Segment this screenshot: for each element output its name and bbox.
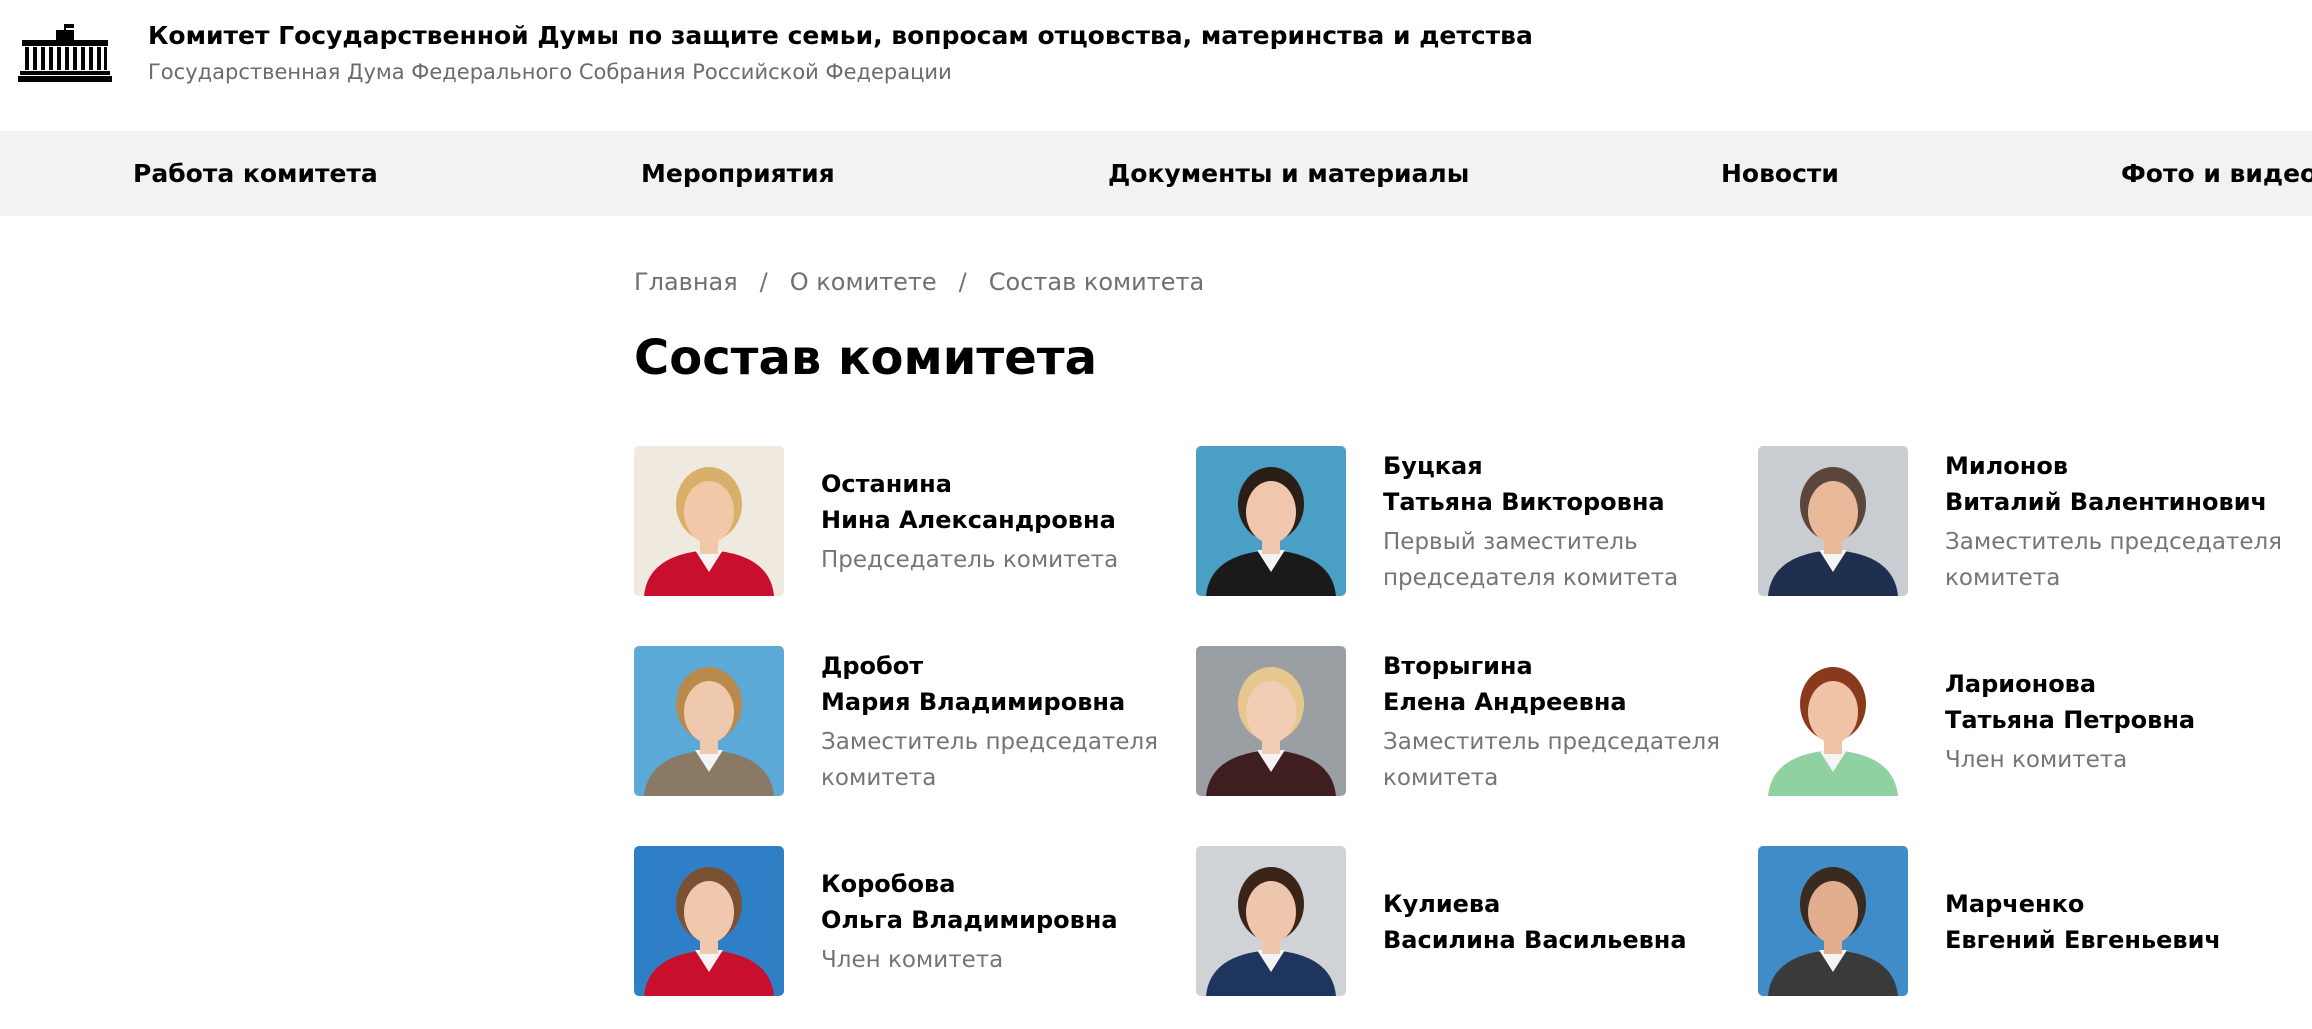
breadcrumb-about[interactable]: О комитете xyxy=(790,268,937,296)
member-surname[interactable]: Дробот xyxy=(821,648,1194,684)
member-role: Заместитель председателя комитета xyxy=(1383,729,1721,791)
breadcrumb-home[interactable]: Главная xyxy=(634,268,738,296)
portrait-image xyxy=(1758,446,1908,596)
member-info: Коробова Ольга Владимировна Член комитет… xyxy=(821,846,1194,998)
member-given-name[interactable]: Нина Александровна xyxy=(821,502,1194,538)
member-card[interactable]: Кулиева Василина Васильевна xyxy=(1196,846,1756,998)
member-role: Член комитета xyxy=(821,947,1004,973)
member-surname[interactable]: Милонов xyxy=(1945,448,2312,484)
member-info: Буцкая Татьяна Викторовна Первый замести… xyxy=(1383,446,1756,598)
portrait-image xyxy=(1758,646,1908,796)
duma-building-logo-icon[interactable] xyxy=(18,24,112,82)
main-nav: Работа комитета Мероприятия Документы и … xyxy=(0,131,2312,216)
member-info: Останина Нина Александровна Председатель… xyxy=(821,446,1194,598)
breadcrumb-separator: / xyxy=(958,268,967,296)
site-subtitle: Государственная Дума Федерального Собран… xyxy=(148,60,952,84)
member-role: Член комитета xyxy=(1945,747,2128,773)
member-info: Ларионова Татьяна Петровна Член комитета xyxy=(1945,646,2312,798)
member-role: Председатель комитета xyxy=(821,547,1119,573)
portrait-image xyxy=(1196,446,1346,596)
member-card[interactable]: Марченко Евгений Евгеньевич xyxy=(1758,846,2312,998)
member-photo[interactable] xyxy=(1196,646,1346,796)
member-given-name[interactable]: Евгений Евгеньевич xyxy=(1945,922,2312,958)
site-header: Комитет Государственной Думы по защите с… xyxy=(0,0,2312,131)
portrait-image xyxy=(634,446,784,596)
member-surname[interactable]: Вторыгина xyxy=(1383,648,1756,684)
nav-item-news[interactable]: Новости xyxy=(1721,159,1839,188)
member-role: Первый заместитель председателя комитета xyxy=(1383,529,1679,591)
member-given-name[interactable]: Татьяна Петровна xyxy=(1945,702,2312,738)
portrait-image xyxy=(634,646,784,796)
member-photo[interactable] xyxy=(1758,446,1908,596)
member-card[interactable]: Останина Нина Александровна Председатель… xyxy=(634,446,1194,598)
member-info: Дробот Мария Владимировна Заместитель пр… xyxy=(821,646,1194,798)
member-photo[interactable] xyxy=(634,846,784,996)
nav-item-events[interactable]: Мероприятия xyxy=(641,159,835,188)
member-role: Заместитель председателя комитета xyxy=(1945,529,2283,591)
member-given-name[interactable]: Мария Владимировна xyxy=(821,684,1194,720)
member-surname[interactable]: Марченко xyxy=(1945,886,2312,922)
member-info: Марченко Евгений Евгеньевич xyxy=(1945,846,2312,998)
member-card[interactable]: Ларионова Татьяна Петровна Член комитета xyxy=(1758,646,2312,798)
member-info: Кулиева Василина Васильевна xyxy=(1383,846,1756,998)
nav-item-committee-work[interactable]: Работа комитета xyxy=(133,159,378,188)
member-card[interactable]: Буцкая Татьяна Викторовна Первый замести… xyxy=(1196,446,1756,598)
member-photo[interactable] xyxy=(1758,846,1908,996)
member-card[interactable]: Вторыгина Елена Андреевна Заместитель пр… xyxy=(1196,646,1756,798)
page-title: Состав комитета xyxy=(634,330,1097,386)
breadcrumb: Главная / О комитете / Состав комитета xyxy=(634,268,1204,296)
portrait-image xyxy=(1196,846,1346,996)
member-info: Вторыгина Елена Андреевна Заместитель пр… xyxy=(1383,646,1756,798)
members-grid: Останина Нина Александровна Председатель… xyxy=(634,446,2312,1029)
portrait-image xyxy=(634,846,784,996)
portrait-image xyxy=(1196,646,1346,796)
site-title[interactable]: Комитет Государственной Думы по защите с… xyxy=(148,21,1533,50)
member-given-name[interactable]: Виталий Валентинович xyxy=(1945,484,2312,520)
member-photo[interactable] xyxy=(1196,446,1346,596)
member-card[interactable]: Дробот Мария Владимировна Заместитель пр… xyxy=(634,646,1194,798)
member-given-name[interactable]: Елена Андреевна xyxy=(1383,684,1756,720)
breadcrumb-separator: / xyxy=(759,268,768,296)
member-card[interactable]: Коробова Ольга Владимировна Член комитет… xyxy=(634,846,1194,998)
member-photo[interactable] xyxy=(634,646,784,796)
member-given-name[interactable]: Василина Васильевна xyxy=(1383,922,1756,958)
member-photo[interactable] xyxy=(1758,646,1908,796)
member-card[interactable]: Милонов Виталий Валентинович Заместитель… xyxy=(1758,446,2312,598)
member-photo[interactable] xyxy=(634,446,784,596)
member-given-name[interactable]: Татьяна Викторовна xyxy=(1383,484,1756,520)
breadcrumb-current: Состав комитета xyxy=(988,268,1205,296)
member-surname[interactable]: Буцкая xyxy=(1383,448,1756,484)
member-photo[interactable] xyxy=(1196,846,1346,996)
member-surname[interactable]: Кулиева xyxy=(1383,886,1756,922)
nav-item-photo-video[interactable]: Фото и видео xyxy=(2121,159,2312,188)
member-info: Милонов Виталий Валентинович Заместитель… xyxy=(1945,446,2312,598)
member-surname[interactable]: Коробова xyxy=(821,866,1194,902)
member-surname[interactable]: Останина xyxy=(821,466,1194,502)
member-surname[interactable]: Ларионова xyxy=(1945,666,2312,702)
member-role: Заместитель председателя комитета xyxy=(821,729,1159,791)
portrait-image xyxy=(1758,846,1908,996)
member-given-name[interactable]: Ольга Владимировна xyxy=(821,902,1194,938)
nav-item-documents[interactable]: Документы и материалы xyxy=(1108,159,1469,188)
